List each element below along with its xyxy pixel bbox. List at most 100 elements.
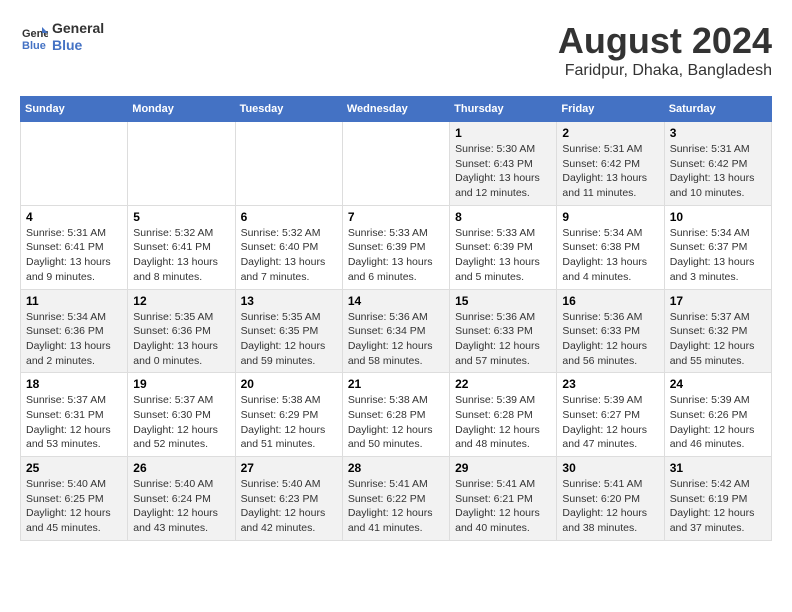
- calendar-week-4: 18Sunrise: 5:37 AM Sunset: 6:31 PM Dayli…: [21, 373, 772, 457]
- day-info: Sunrise: 5:33 AM Sunset: 6:39 PM Dayligh…: [348, 226, 444, 285]
- day-info: Sunrise: 5:39 AM Sunset: 6:26 PM Dayligh…: [670, 393, 766, 452]
- calendar-cell: 12 Sunrise: 5:35 AM Sunset: 6:36 PM Dayli…: [128, 289, 235, 373]
- calendar-cell: 6 Sunrise: 5:32 AM Sunset: 6:40 PM Daylig…: [235, 205, 342, 289]
- header-cell-monday: Monday: [128, 97, 235, 122]
- day-info: Sunrise: 5:37 AM Sunset: 6:31 PM Dayligh…: [26, 393, 122, 452]
- day-number: 26: [133, 461, 229, 475]
- calendar-week-1: 1Sunrise: 5:30 AM Sunset: 6:43 PM Daylig…: [21, 122, 772, 206]
- day-number: 14: [348, 294, 444, 308]
- day-number: 16: [562, 294, 658, 308]
- header-row: SundayMondayTuesdayWednesdayThursdayFrid…: [21, 97, 772, 122]
- calendar-cell: 15Sunrise: 5:36 AM Sunset: 6:33 PM Dayli…: [450, 289, 557, 373]
- title-block: August 2024 Faridpur, Dhaka, Bangladesh: [558, 20, 772, 80]
- day-info: Sunrise: 5:31 AM Sunset: 6:41 PM Dayligh…: [26, 226, 122, 285]
- day-number: 4: [26, 210, 122, 224]
- calendar-cell: 27 Sunrise: 5:40 AM Sunset: 6:23 PM Dayli…: [235, 457, 342, 541]
- day-number: 2: [562, 126, 658, 140]
- calendar-body: 1Sunrise: 5:30 AM Sunset: 6:43 PM Daylig…: [21, 122, 772, 541]
- day-info: Sunrise: 5:32 AM Sunset: 6:40 PM Dayligh…: [241, 226, 337, 285]
- day-info: Sunrise: 5:39 AM Sunset: 6:28 PM Dayligh…: [455, 393, 551, 452]
- logo-line2: Blue: [52, 37, 104, 54]
- calendar-cell: 13 Sunrise: 5:35 AM Sunset: 6:35 PM Dayli…: [235, 289, 342, 373]
- day-number: 5: [133, 210, 229, 224]
- header-cell-saturday: Saturday: [664, 97, 771, 122]
- calendar-cell: 31 Sunrise: 5:42 AM Sunset: 6:19 PM Dayli…: [664, 457, 771, 541]
- day-info: Sunrise: 5:41 AM Sunset: 6:20 PM Dayligh…: [562, 477, 658, 536]
- calendar-cell: 18Sunrise: 5:37 AM Sunset: 6:31 PM Dayli…: [21, 373, 128, 457]
- day-number: 13: [241, 294, 337, 308]
- day-info: Sunrise: 5:41 AM Sunset: 6:22 PM Dayligh…: [348, 477, 444, 536]
- day-info: Sunrise: 5:35 AM Sunset: 6:35 PM Dayligh…: [241, 310, 337, 369]
- day-info: Sunrise: 5:41 AM Sunset: 6:21 PM Dayligh…: [455, 477, 551, 536]
- main-title: August 2024: [558, 20, 772, 62]
- header-cell-wednesday: Wednesday: [342, 97, 449, 122]
- calendar-cell: 28 Sunrise: 5:41 AM Sunset: 6:22 PM Dayli…: [342, 457, 449, 541]
- calendar-cell: 23Sunrise: 5:39 AM Sunset: 6:27 PM Dayli…: [557, 373, 664, 457]
- svg-text:Blue: Blue: [22, 40, 46, 51]
- day-number: 11: [26, 294, 122, 308]
- day-info: Sunrise: 5:36 AM Sunset: 6:34 PM Dayligh…: [348, 310, 444, 369]
- day-number: 7: [348, 210, 444, 224]
- calendar-cell: 26 Sunrise: 5:40 AM Sunset: 6:24 PM Dayli…: [128, 457, 235, 541]
- calendar-cell: 2 Sunrise: 5:31 AM Sunset: 6:42 PM Daylig…: [557, 122, 664, 206]
- calendar-cell: [128, 122, 235, 206]
- calendar-cell: 30 Sunrise: 5:41 AM Sunset: 6:20 PM Dayli…: [557, 457, 664, 541]
- header-cell-tuesday: Tuesday: [235, 97, 342, 122]
- calendar-cell: 25Sunrise: 5:40 AM Sunset: 6:25 PM Dayli…: [21, 457, 128, 541]
- day-number: 22: [455, 377, 551, 391]
- day-number: 29: [455, 461, 551, 475]
- day-info: Sunrise: 5:40 AM Sunset: 6:23 PM Dayligh…: [241, 477, 337, 536]
- day-info: Sunrise: 5:36 AM Sunset: 6:33 PM Dayligh…: [455, 310, 551, 369]
- logo-icon: General Blue: [20, 23, 48, 51]
- day-info: Sunrise: 5:31 AM Sunset: 6:42 PM Dayligh…: [670, 142, 766, 201]
- day-info: Sunrise: 5:34 AM Sunset: 6:38 PM Dayligh…: [562, 226, 658, 285]
- calendar-cell: 20 Sunrise: 5:38 AM Sunset: 6:29 PM Dayli…: [235, 373, 342, 457]
- calendar-cell: 14 Sunrise: 5:36 AM Sunset: 6:34 PM Dayli…: [342, 289, 449, 373]
- calendar-cell: 24 Sunrise: 5:39 AM Sunset: 6:26 PM Dayli…: [664, 373, 771, 457]
- calendar-cell: [21, 122, 128, 206]
- day-number: 21: [348, 377, 444, 391]
- day-info: Sunrise: 5:31 AM Sunset: 6:42 PM Dayligh…: [562, 142, 658, 201]
- calendar-cell: [235, 122, 342, 206]
- calendar-cell: 16 Sunrise: 5:36 AM Sunset: 6:33 PM Dayli…: [557, 289, 664, 373]
- day-info: Sunrise: 5:38 AM Sunset: 6:29 PM Dayligh…: [241, 393, 337, 452]
- day-number: 6: [241, 210, 337, 224]
- day-number: 28: [348, 461, 444, 475]
- calendar-cell: 3 Sunrise: 5:31 AM Sunset: 6:42 PM Daylig…: [664, 122, 771, 206]
- calendar-cell: 4 Sunrise: 5:31 AM Sunset: 6:41 PM Daylig…: [21, 205, 128, 289]
- calendar-cell: 21Sunrise: 5:38 AM Sunset: 6:28 PM Dayli…: [342, 373, 449, 457]
- calendar-cell: 8Sunrise: 5:33 AM Sunset: 6:39 PM Daylig…: [450, 205, 557, 289]
- day-info: Sunrise: 5:40 AM Sunset: 6:25 PM Dayligh…: [26, 477, 122, 536]
- day-info: Sunrise: 5:36 AM Sunset: 6:33 PM Dayligh…: [562, 310, 658, 369]
- day-info: Sunrise: 5:40 AM Sunset: 6:24 PM Dayligh…: [133, 477, 229, 536]
- logo: General Blue General Blue: [20, 20, 104, 54]
- logo-line1: General: [52, 20, 104, 37]
- calendar-cell: 22 Sunrise: 5:39 AM Sunset: 6:28 PM Dayli…: [450, 373, 557, 457]
- day-number: 31: [670, 461, 766, 475]
- calendar-cell: 17Sunrise: 5:37 AM Sunset: 6:32 PM Dayli…: [664, 289, 771, 373]
- day-info: Sunrise: 5:30 AM Sunset: 6:43 PM Dayligh…: [455, 142, 551, 201]
- calendar-cell: 1Sunrise: 5:30 AM Sunset: 6:43 PM Daylig…: [450, 122, 557, 206]
- day-number: 3: [670, 126, 766, 140]
- day-number: 24: [670, 377, 766, 391]
- calendar-cell: 19Sunrise: 5:37 AM Sunset: 6:30 PM Dayli…: [128, 373, 235, 457]
- calendar-cell: 9Sunrise: 5:34 AM Sunset: 6:38 PM Daylig…: [557, 205, 664, 289]
- day-number: 20: [241, 377, 337, 391]
- calendar-week-5: 25Sunrise: 5:40 AM Sunset: 6:25 PM Dayli…: [21, 457, 772, 541]
- header-cell-thursday: Thursday: [450, 97, 557, 122]
- header-cell-sunday: Sunday: [21, 97, 128, 122]
- day-number: 27: [241, 461, 337, 475]
- subtitle: Faridpur, Dhaka, Bangladesh: [558, 62, 772, 80]
- calendar-cell: 10Sunrise: 5:34 AM Sunset: 6:37 PM Dayli…: [664, 205, 771, 289]
- day-number: 30: [562, 461, 658, 475]
- calendar-cell: 7 Sunrise: 5:33 AM Sunset: 6:39 PM Daylig…: [342, 205, 449, 289]
- page-header: General Blue General Blue August 2024 Fa…: [20, 20, 772, 80]
- day-info: Sunrise: 5:35 AM Sunset: 6:36 PM Dayligh…: [133, 310, 229, 369]
- day-info: Sunrise: 5:34 AM Sunset: 6:36 PM Dayligh…: [26, 310, 122, 369]
- day-number: 12: [133, 294, 229, 308]
- day-number: 10: [670, 210, 766, 224]
- day-info: Sunrise: 5:39 AM Sunset: 6:27 PM Dayligh…: [562, 393, 658, 452]
- day-info: Sunrise: 5:42 AM Sunset: 6:19 PM Dayligh…: [670, 477, 766, 536]
- day-info: Sunrise: 5:37 AM Sunset: 6:32 PM Dayligh…: [670, 310, 766, 369]
- day-info: Sunrise: 5:37 AM Sunset: 6:30 PM Dayligh…: [133, 393, 229, 452]
